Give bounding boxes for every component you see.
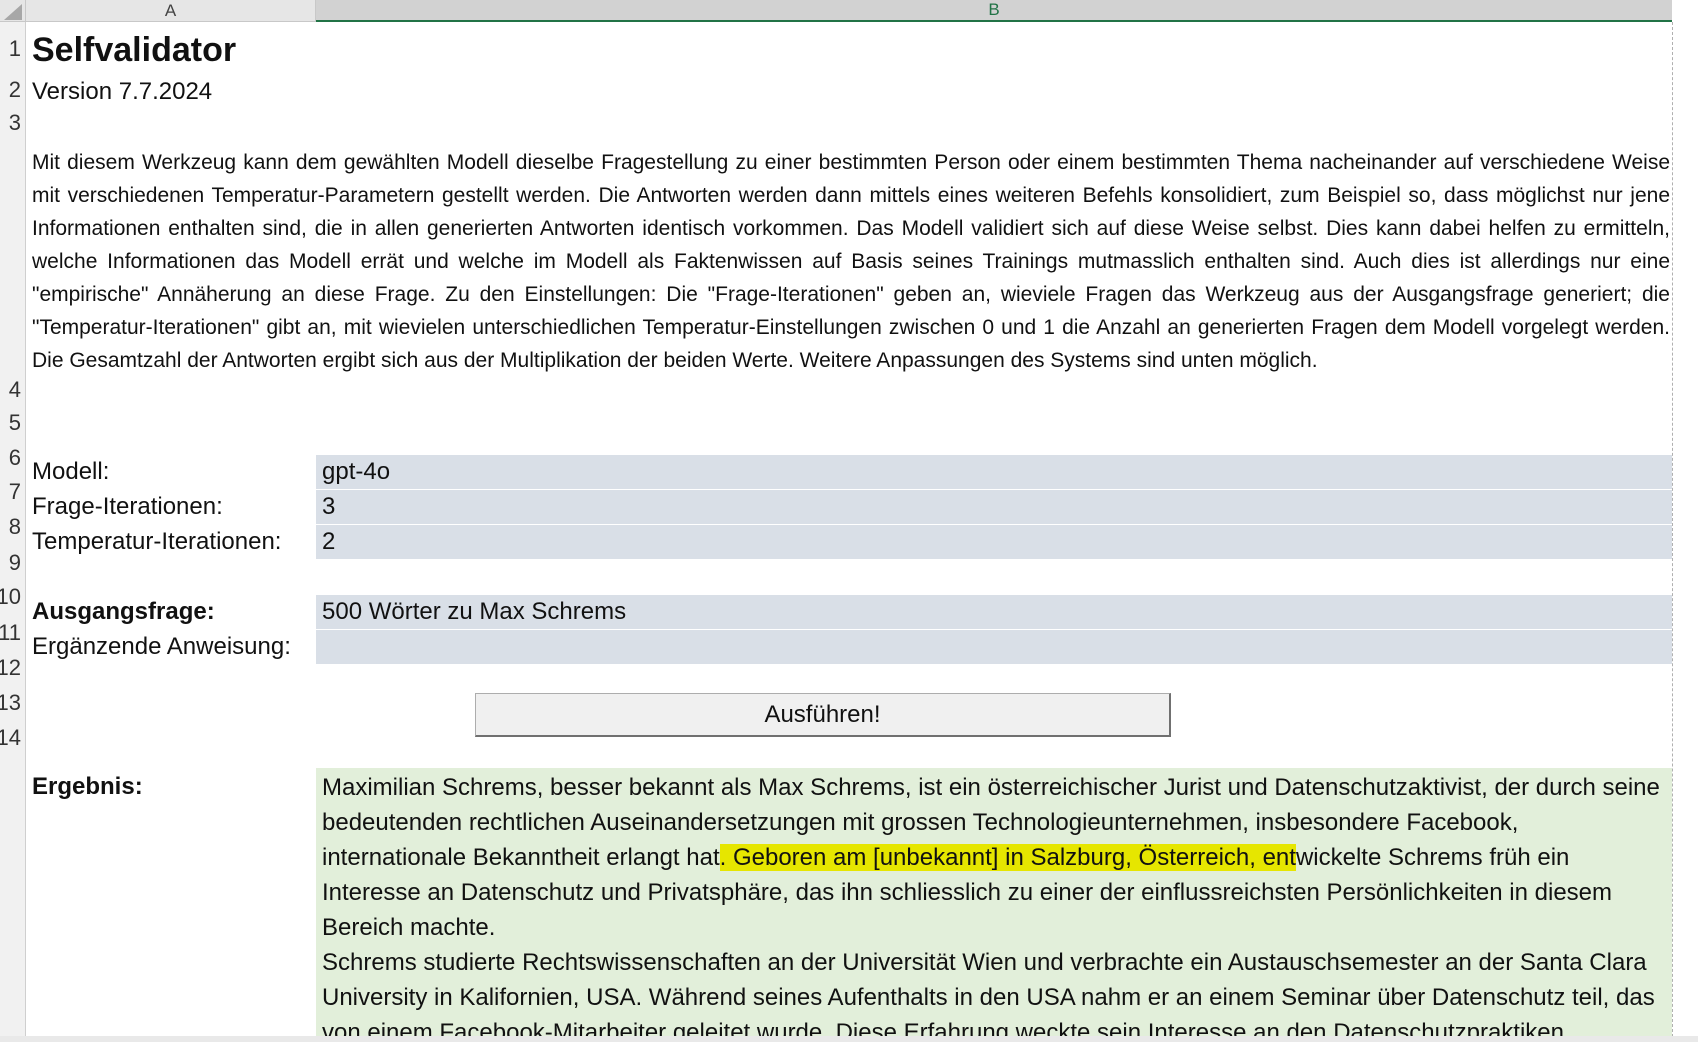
- extra-instruction-label: Ergänzende Anweisung:: [32, 633, 291, 660]
- version-text: Version 7.7.2024: [32, 78, 213, 105]
- result-paragraph-2: Schrems studierte Rechtswissenschaften a…: [322, 949, 1655, 1042]
- row-header-11[interactable]: 11: [0, 620, 21, 646]
- horizontal-scrollbar[interactable]: [0, 1036, 1698, 1042]
- model-input-cell[interactable]: gpt-4o: [316, 455, 1672, 489]
- temperature-iterations-input-cell[interactable]: 2: [316, 525, 1672, 559]
- row-headers: 1 2 3 4 5 6 7 8 9 10 11 12 13 14: [0, 22, 26, 1042]
- result-cell[interactable]: Maximilian Schrems, besser bekannt als M…: [316, 768, 1672, 1042]
- base-question-input-cell[interactable]: 500 Wörter zu Max Schrems: [316, 595, 1672, 629]
- model-label: Modell:: [32, 458, 110, 485]
- extra-instruction-input-cell[interactable]: [316, 630, 1672, 664]
- run-button[interactable]: Ausführen!: [475, 693, 1171, 737]
- select-all-triangle-icon: [4, 4, 22, 20]
- row-header-4[interactable]: 4: [9, 377, 21, 403]
- page-break-line: [1672, 22, 1673, 1042]
- description-text: Mit diesem Werkzeug kann dem gewählten M…: [32, 151, 1670, 372]
- row-header-2[interactable]: 2: [9, 77, 21, 103]
- row-header-6[interactable]: 6: [9, 445, 21, 471]
- row-header-5[interactable]: 5: [9, 410, 21, 436]
- temperature-iterations-label: Temperatur-Iterationen:: [32, 528, 282, 555]
- result-highlighted-text: . Geboren am [unbekannt] in Salzburg, Ös…: [719, 844, 1296, 871]
- result-paragraph-1: Maximilian Schrems, besser bekannt als M…: [322, 770, 1666, 945]
- column-header-b[interactable]: B: [316, 0, 1672, 22]
- row-header-14[interactable]: 14: [0, 725, 21, 751]
- base-question-label: Ausgangsfrage:: [32, 598, 215, 625]
- result-label: Ergebnis:: [32, 773, 143, 800]
- row-header-9[interactable]: 9: [9, 550, 21, 576]
- row-header-10[interactable]: 10: [0, 584, 21, 610]
- page-title: Selfvalidator: [32, 31, 237, 69]
- row-header-7[interactable]: 7: [9, 479, 21, 505]
- select-all-corner[interactable]: [0, 0, 26, 22]
- row-header-13[interactable]: 13: [0, 690, 21, 716]
- row-header-8[interactable]: 8: [9, 514, 21, 540]
- row-header-3[interactable]: 3: [9, 110, 21, 136]
- row-header-1[interactable]: 1: [9, 36, 21, 62]
- question-iterations-input-cell[interactable]: 3: [316, 490, 1672, 524]
- row-header-12[interactable]: 12: [0, 655, 21, 681]
- column-header-a[interactable]: A: [26, 0, 316, 22]
- question-iterations-label: Frage-Iterationen:: [32, 493, 223, 520]
